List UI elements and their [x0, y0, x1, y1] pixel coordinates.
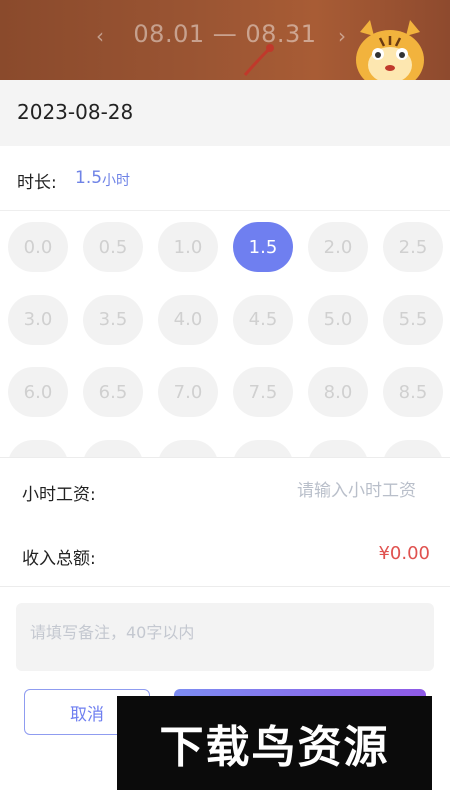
header-banner: ‹ 08.01 — 08.31 › — [0, 0, 450, 80]
hour-option[interactable]: 8.5 — [383, 367, 443, 417]
note-input[interactable] — [16, 603, 434, 671]
hour-option[interactable]: 1.0 — [158, 222, 218, 272]
total-income-value: ¥0.00 — [378, 543, 430, 564]
hour-option[interactable]: 8.0 — [308, 367, 368, 417]
selected-date: 2023-08-28 — [17, 100, 134, 124]
hour-option[interactable]: 5.0 — [308, 294, 368, 345]
hourly-wage-row: 小时工资: — [0, 457, 450, 523]
hour-option-partial[interactable] — [233, 439, 293, 457]
hour-option-partial[interactable] — [83, 439, 143, 457]
hour-option-partial[interactable] — [308, 439, 368, 457]
hour-option[interactable]: 6.5 — [83, 367, 143, 417]
hour-option[interactable]: 2.5 — [383, 222, 443, 272]
total-income-row: 收入总额: ¥0.00 — [0, 522, 450, 587]
hour-options-grid: 0.0 0.5 1.0 1.5 2.0 2.5 3.0 3.5 4.0 4.5 5.0 5.5 6.0 6… — [0, 211, 450, 457]
hour-option-partial[interactable] — [158, 439, 218, 457]
hour-option[interactable]: 3.0 — [8, 294, 68, 345]
hourly-wage-input[interactable] — [216, 478, 416, 504]
hour-option-partial[interactable] — [8, 439, 68, 457]
watermark-overlay: 下载鸟资源 — [117, 696, 432, 790]
hour-option[interactable]: 7.5 — [233, 367, 293, 417]
duration-row: 时长: 1.5 小时 — [0, 146, 450, 211]
hour-option[interactable]: 7.0 — [158, 367, 218, 417]
hour-option-selected[interactable]: 1.5 — [233, 222, 293, 272]
hour-option-partial[interactable] — [383, 439, 443, 457]
hour-option[interactable]: 4.0 — [158, 294, 218, 345]
duration-value: 1.5 — [75, 168, 103, 188]
hour-option[interactable]: 0.0 — [8, 222, 68, 272]
total-income-label: 收入总额: — [22, 549, 96, 569]
duration-unit: 小时 — [102, 173, 130, 189]
hourly-wage-label: 小时工资: — [22, 485, 96, 505]
selected-date-bar[interactable]: 2023-08-28 — [0, 80, 450, 146]
hour-option[interactable]: 3.5 — [83, 294, 143, 345]
date-range: 08.01 — 08.31 — [133, 20, 317, 48]
duration-label: 时长: — [17, 173, 57, 193]
hour-option[interactable]: 6.0 — [8, 367, 68, 417]
hour-option[interactable]: 0.5 — [83, 222, 143, 272]
hour-option[interactable]: 4.5 — [233, 294, 293, 345]
chevron-right-icon[interactable]: › — [338, 24, 346, 48]
hour-option[interactable]: 2.0 — [308, 222, 368, 272]
hour-option[interactable]: 5.5 — [383, 294, 443, 345]
